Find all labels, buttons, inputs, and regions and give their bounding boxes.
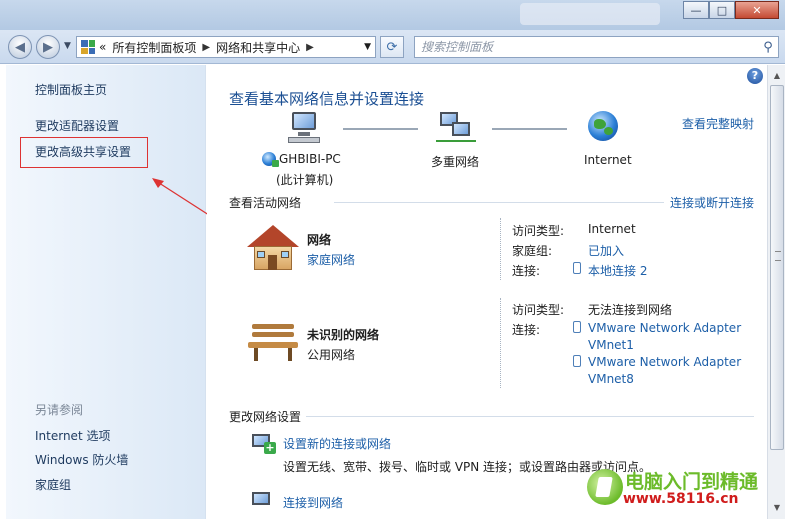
breadcrumb-separator-icon[interactable]: ▶ bbox=[306, 42, 314, 53]
scroll-thumb[interactable] bbox=[770, 85, 784, 450]
breadcrumb-separator-icon[interactable]: ▶ bbox=[202, 42, 210, 53]
control-panel-home-link[interactable]: 控制面板主页 bbox=[35, 81, 107, 98]
vmnet1-adapter-link-cont[interactable]: VMnet1 bbox=[588, 338, 634, 352]
multiple-networks-label: 多重网络 bbox=[431, 155, 480, 169]
annotation-arrow bbox=[152, 178, 213, 218]
map-connector bbox=[492, 128, 567, 130]
vmnet8-adapter-link-cont[interactable]: VMnet8 bbox=[588, 372, 634, 386]
setup-new-connection-link[interactable]: 设置新的连接或网络 bbox=[283, 435, 391, 452]
homegroup-icon bbox=[262, 152, 279, 167]
refresh-icon: ⟳ bbox=[386, 39, 398, 55]
refresh-button[interactable]: ⟳ bbox=[380, 36, 404, 58]
ethernet-adapter-icon bbox=[573, 321, 581, 333]
network-name: 网络 bbox=[307, 233, 332, 247]
internet-node[interactable] bbox=[588, 111, 618, 141]
title-bar-blur bbox=[520, 3, 660, 25]
network-detail-separator bbox=[500, 218, 501, 280]
vmnet8-adapter-link[interactable]: VMware Network Adapter bbox=[588, 355, 741, 369]
connection-label: 连接: bbox=[512, 264, 541, 278]
globe-icon bbox=[588, 111, 618, 141]
section-divider bbox=[334, 202, 664, 203]
arrow-right-icon: ▶ bbox=[43, 39, 53, 55]
address-dropdown-icon[interactable]: ▼ bbox=[364, 42, 371, 52]
site-logo-icon bbox=[587, 469, 623, 505]
multiple-networks-node[interactable] bbox=[436, 110, 476, 144]
forward-button[interactable]: ▶ bbox=[36, 35, 60, 59]
minimize-button[interactable]: — bbox=[683, 1, 709, 19]
active-networks-heading: 查看活动网络 bbox=[229, 196, 302, 210]
network-detail-separator bbox=[500, 298, 501, 388]
vmnet1-adapter-link[interactable]: VMware Network Adapter bbox=[588, 321, 741, 335]
window-controls: — □ ✕ bbox=[683, 1, 779, 19]
this-computer-node bbox=[288, 110, 322, 144]
search-box[interactable]: ⚲ bbox=[414, 36, 779, 58]
computer-icon bbox=[288, 110, 322, 144]
scroll-up-icon[interactable]: ▲ bbox=[770, 69, 784, 83]
internet-label: Internet bbox=[584, 153, 632, 167]
multiple-networks-icon bbox=[436, 110, 476, 144]
section-divider bbox=[306, 416, 754, 417]
see-also-heading: 另请参阅 bbox=[35, 403, 84, 417]
change-settings-heading: 更改网络设置 bbox=[229, 410, 302, 424]
homegroup-label: 家庭组: bbox=[512, 244, 553, 258]
connect-network-icon bbox=[250, 492, 276, 514]
arrow-left-icon: ◀ bbox=[15, 39, 25, 55]
vertical-scrollbar[interactable]: ▲ ▼ bbox=[767, 65, 785, 519]
breadcrumb-all-items[interactable]: 所有控制面板项 bbox=[112, 39, 196, 56]
search-input[interactable] bbox=[421, 40, 758, 54]
connect-to-network-link[interactable]: 连接到网络 bbox=[283, 494, 343, 511]
help-icon[interactable]: ? bbox=[747, 68, 763, 84]
homegroup-link[interactable]: 家庭组 bbox=[35, 476, 71, 493]
access-type-value: Internet bbox=[588, 222, 636, 236]
address-bar[interactable]: « 所有控制面板项 ▶ 网络和共享中心 ▶ ▼ bbox=[76, 36, 376, 58]
control-panel-icon bbox=[81, 40, 95, 54]
internet-options-link[interactable]: Internet 选项 bbox=[35, 427, 110, 444]
address-prefix[interactable]: « bbox=[99, 40, 106, 54]
computer-sub-label: (此计算机) bbox=[276, 173, 334, 187]
access-type-value: 无法连接到网络 bbox=[588, 303, 673, 317]
home-network-icon[interactable] bbox=[247, 225, 299, 271]
change-adapter-settings-link[interactable]: 更改适配器设置 bbox=[35, 117, 119, 134]
local-connection-link[interactable]: 本地连接 2 bbox=[588, 262, 647, 279]
ethernet-adapter-icon bbox=[573, 355, 581, 367]
left-task-pane: 控制面板主页 更改适配器设置 更改高级共享设置 另请参阅 Internet 选项… bbox=[6, 65, 206, 519]
recent-pages-dropdown[interactable]: ▼ bbox=[64, 41, 71, 51]
page-title: 查看基本网络信息并设置连接 bbox=[229, 90, 425, 108]
computer-name-label: GHBIBI-PC bbox=[279, 152, 341, 166]
view-full-map-link[interactable]: 查看完整映射 bbox=[682, 115, 754, 132]
watermark-url: www.58116.cn bbox=[623, 491, 739, 507]
navigation-bar: ◀ ▶ ▼ « 所有控制面板项 ▶ 网络和共享中心 ▶ ▼ ⟳ ⚲ bbox=[0, 30, 785, 64]
access-type-label: 访问类型: bbox=[512, 224, 565, 238]
connect-disconnect-link[interactable]: 连接或断开连接 bbox=[670, 194, 754, 211]
public-network-type: 公用网络 bbox=[307, 348, 356, 362]
site-watermark: 电脑入门到精通 www.58116.cn bbox=[585, 463, 780, 519]
new-connection-icon: + bbox=[250, 434, 276, 456]
close-button[interactable]: ✕ bbox=[735, 1, 779, 19]
search-icon[interactable]: ⚲ bbox=[758, 40, 778, 55]
connection-label: 连接: bbox=[512, 323, 541, 337]
watermark-title: 电脑入门到精通 bbox=[625, 471, 759, 493]
map-connector bbox=[343, 128, 418, 130]
title-bar: — □ ✕ bbox=[0, 0, 785, 30]
back-button[interactable]: ◀ bbox=[8, 35, 32, 59]
maximize-button[interactable]: □ bbox=[709, 1, 735, 19]
highlight-box bbox=[20, 137, 148, 168]
windows-firewall-link[interactable]: Windows 防火墙 bbox=[35, 451, 128, 468]
unidentified-network-name: 未识别的网络 bbox=[307, 328, 380, 342]
access-type-label: 访问类型: bbox=[512, 303, 565, 317]
breadcrumb-network-center[interactable]: 网络和共享中心 bbox=[216, 39, 300, 56]
public-network-icon[interactable] bbox=[248, 322, 298, 362]
computer-name: GHBIBI-PC bbox=[262, 152, 341, 167]
homegroup-joined-link[interactable]: 已加入 bbox=[588, 242, 624, 259]
ethernet-adapter-icon bbox=[573, 262, 581, 274]
home-network-type-link[interactable]: 家庭网络 bbox=[307, 251, 355, 268]
